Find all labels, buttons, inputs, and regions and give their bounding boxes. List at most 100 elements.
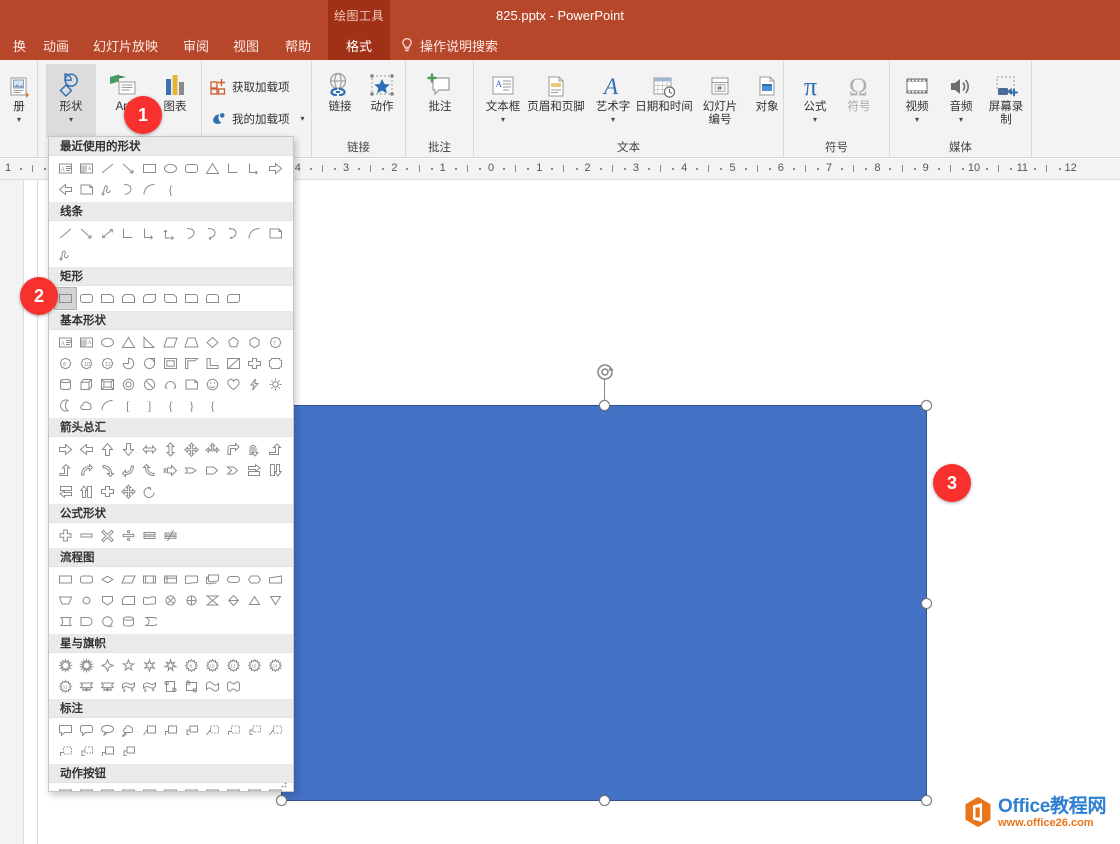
video-button[interactable]: 视频 ▾ (896, 64, 938, 138)
oval-callout-item[interactable] (97, 720, 118, 741)
right-bracket-item[interactable]: ] (139, 395, 160, 416)
rectangle-item[interactable] (55, 288, 76, 309)
curved-double-arrow-connector-item[interactable] (223, 223, 244, 244)
freeform-shape-item[interactable] (265, 223, 286, 244)
not-equal-item[interactable] (160, 525, 181, 546)
octagon-item[interactable]: 8 (55, 353, 76, 374)
u-turn-arrow-item[interactable] (244, 439, 265, 460)
flowchart-merge-item[interactable] (265, 590, 286, 611)
star-16-point-item[interactable]: 16 (244, 655, 265, 676)
my-addins-button[interactable]: 我的加载项 ▾ (210, 110, 305, 127)
lightning-bolt-item[interactable] (244, 374, 265, 395)
flowchart-summing-junction-item[interactable] (160, 590, 181, 611)
right-arrow-item[interactable] (265, 158, 286, 179)
elbow-arrow-connector-item[interactable] (244, 158, 265, 179)
get-addins-button[interactable]: 获取加载项 (210, 78, 290, 95)
notched-right-arrow-item[interactable] (181, 460, 202, 481)
flowchart-predefined-process-item[interactable] (139, 569, 160, 590)
sun-item[interactable] (265, 374, 286, 395)
date-time-button[interactable]: 日期和时间 (634, 64, 694, 138)
folded-corner-item[interactable] (76, 179, 97, 200)
divide-item[interactable] (118, 525, 139, 546)
striped-right-arrow-item[interactable] (160, 460, 181, 481)
right-arrow-callout-item[interactable] (244, 460, 265, 481)
frame-item[interactable] (160, 353, 181, 374)
chevron-down-icon[interactable]: ▾ (959, 117, 963, 123)
curved-down-ribbon-item[interactable] (139, 676, 160, 697)
wave-item[interactable] (202, 676, 223, 697)
resize-handle-bottom-center[interactable] (599, 795, 610, 806)
elbow-connector-item[interactable] (118, 223, 139, 244)
oval-item[interactable] (97, 332, 118, 353)
up-ribbon-item[interactable] (76, 676, 97, 697)
tell-me-search[interactable]: 操作说明搜索 (400, 30, 498, 60)
curved-up-ribbon-item[interactable] (118, 676, 139, 697)
action-back-item[interactable] (55, 785, 76, 792)
star-5-point-item[interactable] (118, 655, 139, 676)
star-32-point-item[interactable]: 32 (55, 676, 76, 697)
flowchart-manual-input-item[interactable] (265, 569, 286, 590)
tab-slideshow[interactable]: 幻灯片放映 (82, 30, 169, 60)
line-arrow-item[interactable] (76, 223, 97, 244)
elbow-double-arrow-connector-item[interactable] (160, 223, 181, 244)
equation-button[interactable]: π 公式 ▾ (794, 64, 836, 138)
heptagon-item[interactable]: 7 (265, 332, 286, 353)
line-item[interactable] (55, 223, 76, 244)
resize-handle-bottom-left[interactable] (276, 795, 287, 806)
audio-button[interactable]: 音频 ▾ (940, 64, 982, 138)
star-12-point-item[interactable]: 12 (223, 655, 244, 676)
isosceles-triangle-item[interactable] (202, 158, 223, 179)
action-sound-item[interactable] (244, 785, 265, 792)
bent-up-arrow-item[interactable] (55, 460, 76, 481)
star-7-point-item[interactable] (160, 655, 181, 676)
snip-same-side-corner-rectangle-item[interactable] (118, 288, 139, 309)
curve-item[interactable] (244, 223, 265, 244)
cloud-callout-item[interactable] (118, 720, 139, 741)
smiley-face-item[interactable] (202, 374, 223, 395)
callout-accent-bar-item[interactable] (118, 741, 139, 762)
action-home-item[interactable] (139, 785, 160, 792)
chevron-down-icon[interactable]: ▾ (611, 117, 615, 123)
slide-number-button[interactable]: # 幻灯片编号 (698, 64, 742, 138)
right-triangle-item[interactable] (139, 332, 160, 353)
chevron-down-icon[interactable]: ▾ (501, 117, 505, 123)
up-arrow-item[interactable] (97, 439, 118, 460)
line-callout-3-no-border-item[interactable] (76, 741, 97, 762)
wordart-button[interactable]: A 艺术字 ▾ (588, 64, 638, 138)
elbow-connector-item[interactable] (223, 158, 244, 179)
snip-diagonal-corner-rectangle-item[interactable] (139, 288, 160, 309)
half-frame-item[interactable] (181, 353, 202, 374)
chevron-arrow-item[interactable] (223, 460, 244, 481)
left-arrow-callout-item[interactable] (55, 481, 76, 502)
line-callout-2-item[interactable] (160, 720, 181, 741)
star-24-point-item[interactable]: 24 (265, 655, 286, 676)
flowchart-multidocument-item[interactable] (202, 569, 223, 590)
star-4-point-item[interactable] (97, 655, 118, 676)
flowchart-alternate-process-item[interactable] (76, 569, 97, 590)
curve-item[interactable] (139, 179, 160, 200)
rectangle-fill[interactable] (281, 405, 927, 801)
curved-right-arrow-item[interactable] (97, 460, 118, 481)
action-document-item[interactable] (223, 785, 244, 792)
vertical-textbox-item[interactable]: A (76, 332, 97, 353)
left-right-arrow-item[interactable] (139, 439, 160, 460)
double-brace-item[interactable]: { (202, 395, 223, 416)
callout-bordered-item[interactable] (97, 741, 118, 762)
block-arc-item[interactable] (160, 374, 181, 395)
line-callout-1-no-border-item[interactable] (265, 720, 286, 741)
hyperlink-button[interactable]: 链接 (320, 64, 360, 138)
flowchart-collate-item[interactable] (202, 590, 223, 611)
vertical-textbox-item[interactable]: A (76, 158, 97, 179)
resize-handle-top-right[interactable] (921, 400, 932, 411)
line-callout-2-accent-item[interactable] (223, 720, 244, 741)
parallelogram-item[interactable] (160, 332, 181, 353)
flowchart-offpage-connector-item[interactable] (97, 590, 118, 611)
chevron-down-icon[interactable]: ▾ (301, 116, 305, 122)
textbox-item[interactable]: A (55, 332, 76, 353)
tab-view[interactable]: 视图 (222, 30, 270, 60)
rounded-rectangular-callout-item[interactable] (76, 720, 97, 741)
cross-item[interactable] (244, 353, 265, 374)
rounded-rectangle-item[interactable] (181, 158, 202, 179)
header-footer-button[interactable]: 页眉和页脚 (526, 64, 586, 138)
curved-down-arrow-item[interactable] (139, 460, 160, 481)
